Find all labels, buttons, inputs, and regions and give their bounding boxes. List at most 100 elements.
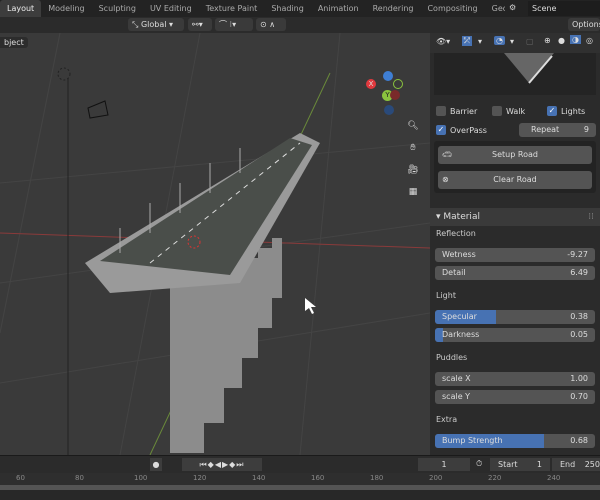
tab-animation[interactable]: Animation <box>311 0 366 17</box>
checkbox-label: Lights <box>561 106 586 116</box>
gizmo-z-icon[interactable] <box>383 71 393 81</box>
field-name: Specular <box>442 312 477 321</box>
timeline-header: ● ⏮◆◀▶◆⏭ 1 ⏱ Start 1 End 250 <box>0 455 600 473</box>
field-scale-x[interactable]: scale X 1.00 <box>435 372 595 386</box>
gizmo-x[interactable]: X <box>366 79 376 89</box>
field-detail[interactable]: Detail 6.49 <box>435 266 595 280</box>
field-value: 6.49 <box>570 268 588 277</box>
field-value: 0.05 <box>570 330 588 339</box>
checkbox-label: Barrier <box>450 106 478 116</box>
field-value: -9.27 <box>567 250 588 259</box>
frame-tick: 240 <box>547 474 561 482</box>
button-label: Setup Road <box>492 150 538 159</box>
field-name: Darkness <box>442 330 480 339</box>
checkbox-label: OverPass <box>450 125 487 135</box>
field-value: 1.00 <box>570 374 588 383</box>
zoom-icon[interactable]: 🔍︎ <box>405 118 421 134</box>
orientation-value: Global <box>140 20 167 29</box>
pivot-icon[interactable]: ⚯▾ <box>188 18 212 31</box>
stopwatch-icon[interactable]: ⏱ <box>476 459 482 469</box>
barrier-checkbox[interactable]: Barrier <box>436 106 477 116</box>
lights-checkbox[interactable]: ✓ Lights <box>547 106 585 116</box>
gizmo-toggle-icon[interactable]: ⤱ <box>462 36 473 46</box>
end-label: End <box>560 460 576 469</box>
group-label: Light <box>436 291 456 300</box>
tab-shading[interactable]: Shading <box>264 0 311 17</box>
pan-hand-icon[interactable]: ✋︎ <box>405 140 421 156</box>
tab-modeling[interactable]: Modeling <box>41 0 91 17</box>
field-bump-strength[interactable]: Bump Strength 0.68 <box>435 434 595 448</box>
repeat-value: 9 <box>583 125 589 134</box>
scene-selector[interactable]: ⚙ Scene <box>505 0 600 17</box>
properties-panel: Barrier Walk ✓ Lights ✓ OverPass Repeat 9 🚗… <box>430 53 600 455</box>
orientation-icon: ⤡ <box>132 20 141 29</box>
clear-road-button[interactable]: ⊗ Clear Road <box>438 171 592 189</box>
start-value: 1 <box>536 460 542 469</box>
light-icon <box>57 67 71 81</box>
rendered-shading-icon[interactable]: ◎ <box>586 36 593 45</box>
group-label: Puddles <box>436 353 468 362</box>
status-bar <box>0 490 600 500</box>
solid-shading-icon[interactable]: ● <box>558 36 565 45</box>
orientation-dropdown[interactable]: ⤡ Global ▾ <box>128 18 184 31</box>
frame-tick: 120 <box>193 474 207 482</box>
scene-name[interactable]: Scene <box>528 1 600 16</box>
cancel-icon: ⊗ <box>442 175 449 184</box>
record-icon[interactable]: ● <box>150 458 162 471</box>
chevron-down-icon: ▾ <box>510 37 515 46</box>
camera-view-icon[interactable]: 🎥︎ <box>405 162 421 178</box>
options-button[interactable]: Options <box>568 18 600 31</box>
drag-handle-icon[interactable]: ⁞⁞ <box>588 208 594 226</box>
wireframe-shading-icon[interactable]: ⊕ <box>544 36 551 45</box>
playback-controls[interactable]: ⏮◆◀▶◆⏭ <box>182 458 262 471</box>
overpass-checkbox[interactable]: ✓ OverPass <box>436 125 487 135</box>
tab-sculpting[interactable]: Sculpting <box>92 0 143 17</box>
field-scale-y[interactable]: scale Y 0.70 <box>435 390 595 404</box>
tab-layout[interactable]: Layout <box>0 0 42 17</box>
3d-viewport[interactable]: X Y 🔍︎ ✋︎ 🎥︎ ▦ <box>0 33 430 455</box>
walk-checkbox[interactable]: Walk <box>492 106 525 116</box>
end-frame-field[interactable]: End 250 <box>552 458 600 471</box>
field-name: Detail <box>442 268 466 277</box>
section-title: Material <box>443 212 480 222</box>
checkbox-label: Walk <box>506 106 526 116</box>
proportional-edit-icon[interactable]: ⊙ ∧ <box>256 18 286 31</box>
tab-uv-editing[interactable]: UV Editing <box>143 0 199 17</box>
preview-image <box>504 53 554 84</box>
field-specular[interactable]: Specular 0.38 <box>435 310 595 324</box>
group-label: Extra <box>436 415 458 424</box>
material-shading-icon[interactable]: ◑ <box>570 35 581 44</box>
gizmo-neg-z-icon[interactable] <box>384 105 394 115</box>
visibility-icon[interactable]: 👁︎▾ <box>436 37 450 46</box>
material-section-header[interactable]: ▾ Material ⁞⁞ <box>430 208 600 226</box>
end-value: 250 <box>584 460 600 469</box>
viewport-shading-header: 👁︎▾ ⤱ ▾ ◔ ▾ ▢ ⊕ ● ◑ ◎ <box>430 33 600 53</box>
button-label: Clear Road <box>493 175 537 184</box>
tool-header: ⤡ Global ▾ ⚯▾ ⌒ ⁝▾ ⊙ ∧ Options <box>0 17 600 33</box>
setup-road-button[interactable]: 🚗︎ Setup Road <box>438 146 592 164</box>
xray-icon[interactable]: ▢ <box>526 37 534 46</box>
perspective-grid-icon[interactable]: ▦ <box>405 184 421 200</box>
camera-icon <box>87 100 109 119</box>
frame-tick: 200 <box>429 474 443 482</box>
repeat-field[interactable]: Repeat 9 <box>519 123 596 137</box>
timeline-ruler[interactable]: 60 80 100 120 140 160 180 200 220 240 <box>0 473 600 485</box>
field-name: scale X <box>442 374 471 383</box>
gizmo-neg-y-icon[interactable] <box>393 79 403 89</box>
snap-icon[interactable]: ⌒ ⁝▾ <box>215 18 253 31</box>
field-darkness[interactable]: Darkness 0.05 <box>435 328 595 342</box>
tab-texture-paint[interactable]: Texture Paint <box>199 0 265 17</box>
gizmo-neg-x-icon[interactable] <box>390 90 400 100</box>
road-actions: 🚗︎ Setup Road ⊗ Clear Road <box>434 141 596 193</box>
tab-rendering[interactable]: Rendering <box>366 0 421 17</box>
current-frame-field[interactable]: 1 <box>418 458 470 471</box>
field-value: 0.70 <box>570 392 588 401</box>
start-label: Start <box>498 460 518 469</box>
field-wetness[interactable]: Wetness -9.27 <box>435 248 595 262</box>
group-label: Reflection <box>436 229 476 238</box>
start-frame-field[interactable]: Start 1 <box>490 458 550 471</box>
object-mode-label[interactable]: bject <box>0 37 28 48</box>
tab-compositing[interactable]: Compositing <box>420 0 484 17</box>
overlay-icon[interactable]: ◔ <box>494 36 505 45</box>
frame-tick: 100 <box>134 474 148 482</box>
